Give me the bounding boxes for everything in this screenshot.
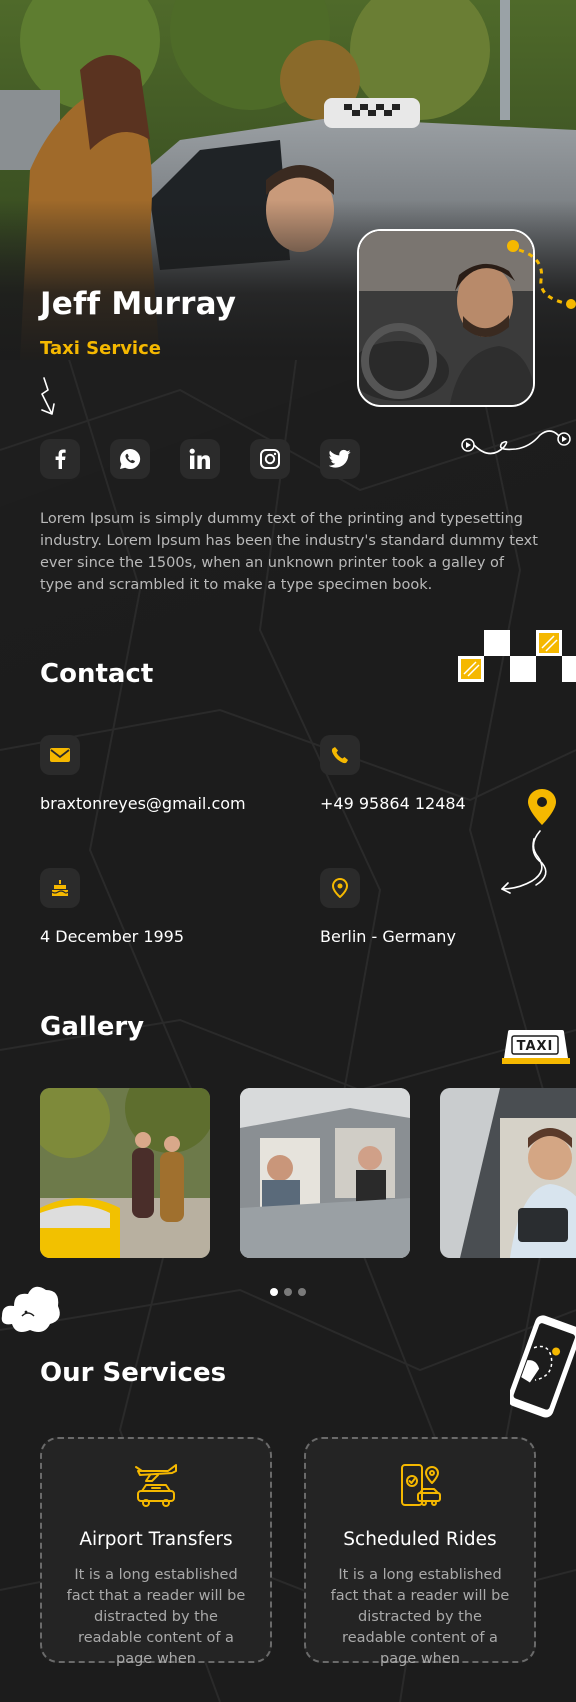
cake-icon: [51, 880, 69, 896]
taxi-checker-icon: [458, 630, 576, 682]
service-title: Scheduled Rides: [343, 1529, 497, 1550]
instagram-icon: [260, 449, 280, 469]
carousel-dot[interactable]: [298, 1288, 306, 1296]
gallery-image[interactable]: [240, 1088, 410, 1258]
profile-role: Taxi Service: [40, 338, 161, 359]
service-description: It is a long established fact that a rea…: [66, 1567, 246, 1667]
contact-birthday: 4 December 1995: [40, 868, 184, 946]
phone-text: +49 95864 12484: [320, 794, 466, 813]
airport-transfer-icon: [135, 1464, 177, 1507]
contact-phone[interactable]: +49 95864 12484: [320, 735, 466, 813]
birthday-text: 4 December 1995: [40, 927, 185, 946]
facebook-button[interactable]: [40, 439, 80, 479]
whatsapp-button[interactable]: [110, 439, 150, 479]
taxi-sign-text: TAXI: [517, 1039, 554, 1054]
linkedin-icon: [189, 448, 210, 469]
envelope-icon: [50, 748, 70, 762]
location-pin-icon: [331, 878, 349, 898]
instagram-button[interactable]: [250, 439, 290, 479]
twitter-button[interactable]: [320, 439, 360, 479]
gallery-image[interactable]: [40, 1088, 210, 1258]
carousel-dot[interactable]: [284, 1288, 292, 1296]
gallery-carousel[interactable]: [40, 1088, 576, 1258]
profile-bio: Lorem Ipsum is simply dummy text of the …: [40, 511, 538, 593]
scheduled-ride-icon: [401, 1464, 441, 1506]
location-text: Berlin - Germany: [320, 927, 456, 946]
gallery-image[interactable]: [440, 1088, 576, 1258]
scribble-arrow-icon: [41, 377, 55, 415]
phone-icon: [331, 747, 348, 764]
service-card-scheduled[interactable]: Scheduled Rides It is a long established…: [304, 1437, 536, 1667]
contact-title: Contact: [40, 659, 154, 689]
social-links: [40, 439, 360, 479]
contact-location[interactable]: Berlin - Germany: [320, 868, 456, 946]
service-title: Airport Transfers: [79, 1529, 233, 1550]
cloud-doodle: [1, 1286, 60, 1332]
gallery-title: Gallery: [40, 1012, 145, 1042]
phone-map-doodle: [510, 1315, 576, 1418]
carousel-dot[interactable]: [270, 1288, 278, 1296]
route-doodle: [461, 430, 571, 455]
twitter-icon: [329, 449, 351, 468]
linkedin-button[interactable]: [180, 439, 220, 479]
map-pin-doodle: [501, 789, 556, 894]
service-card-airport[interactable]: Airport Transfers It is a long establish…: [40, 1437, 272, 1667]
email-text: braxtonreyes@gmail.com: [40, 794, 246, 813]
carousel-dots: [270, 1288, 306, 1296]
services-title: Our Services: [40, 1358, 227, 1388]
dotted-path-doodle: [507, 240, 576, 309]
profile-page: Jeff Murray Taxi Service Lorem Ipsum is …: [0, 0, 576, 1702]
service-description: It is a long established fact that a rea…: [330, 1567, 510, 1667]
contact-email[interactable]: braxtonreyes@gmail.com: [40, 735, 246, 813]
facebook-icon: [55, 449, 66, 469]
taxi-sign-icon: TAXI: [500, 1028, 572, 1070]
profile-name: Jeff Murray: [40, 286, 237, 322]
whatsapp-icon: [120, 448, 141, 469]
